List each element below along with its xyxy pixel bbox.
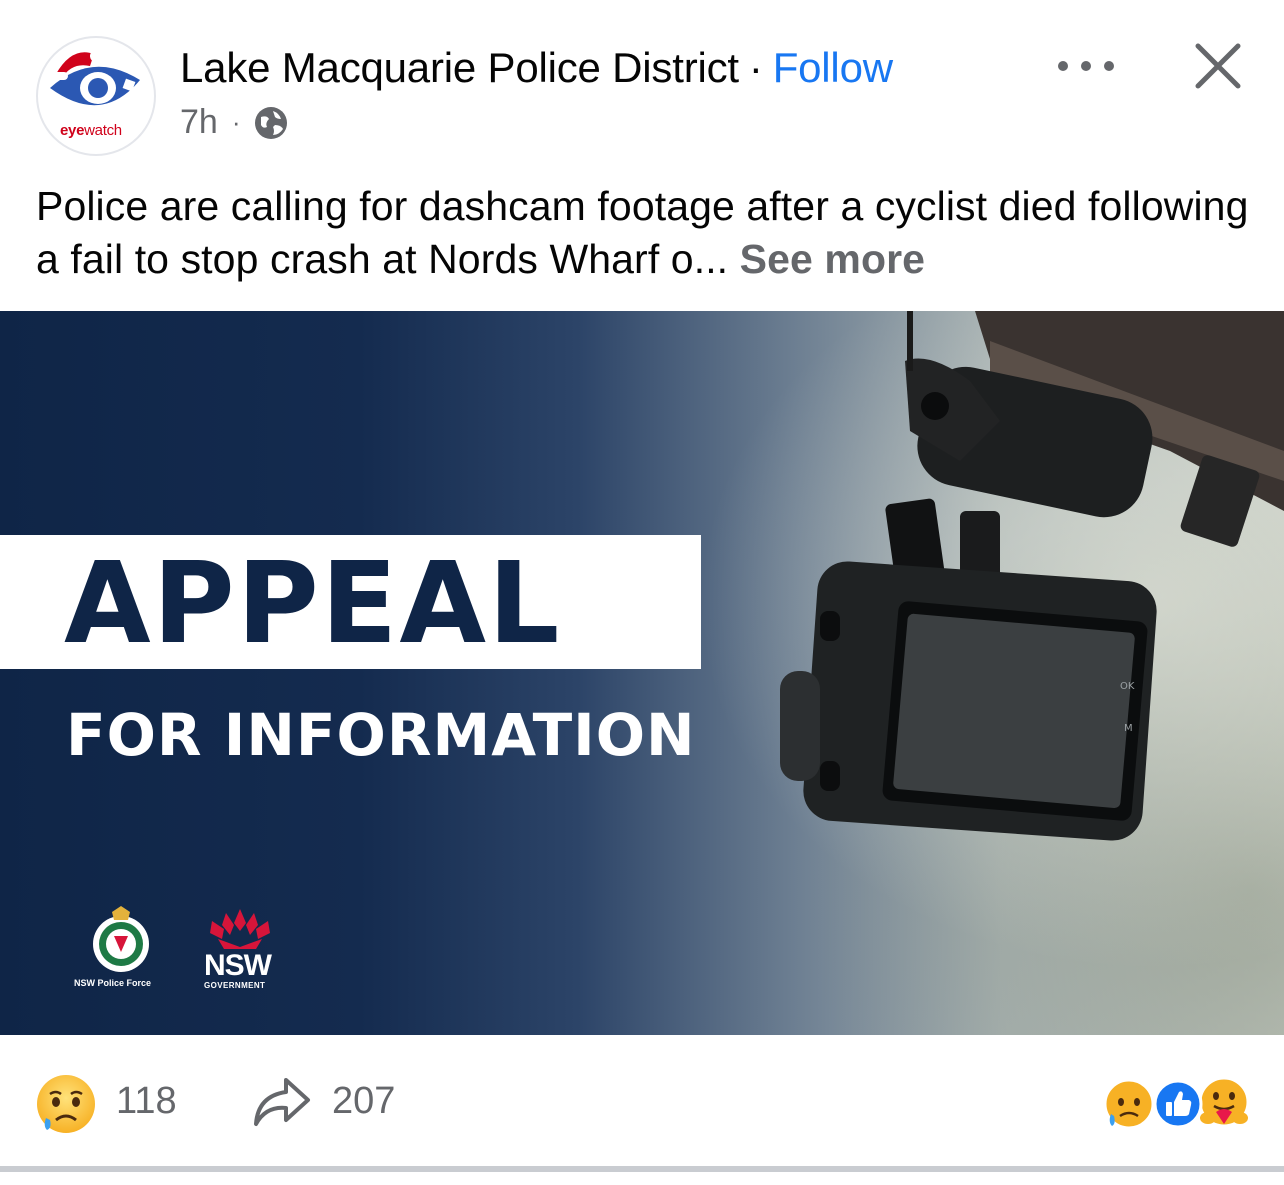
title-separator: ·	[748, 44, 763, 91]
avatar-brand-text: eyewatch	[60, 122, 122, 139]
post-divider	[0, 1166, 1284, 1172]
globe-icon	[254, 106, 287, 139]
nsw-government-label: GOVERNMENT	[204, 981, 266, 990]
like-reaction-icon	[1153, 1079, 1203, 1129]
close-button[interactable]	[1192, 40, 1244, 92]
sad-reaction-icon[interactable]	[34, 1072, 98, 1136]
more-options-icon	[1058, 61, 1068, 71]
sad-reaction-small-icon	[1103, 1078, 1155, 1130]
nsw-waratah-icon	[210, 909, 270, 949]
post-caption: Police are calling for dashcam footage a…	[36, 180, 1251, 286]
share-count[interactable]: 207	[332, 1080, 395, 1123]
brand-text-b: watch	[84, 122, 122, 139]
close-icon	[1195, 43, 1241, 89]
brand-text-a: eye	[60, 122, 85, 139]
more-options-button[interactable]	[1058, 46, 1114, 86]
dashcam-illustration: OK M	[780, 311, 1284, 841]
see-more-link[interactable]: See more	[740, 236, 925, 282]
reaction-summary[interactable]	[1102, 1076, 1252, 1132]
post-header-title: Lake Macquarie Police District · Follow	[180, 44, 893, 92]
care-reaction-icon	[1198, 1076, 1250, 1128]
appeal-subheadline: FOR INFORMATION	[66, 701, 696, 769]
nsw-police-force-label: NSW Police Force	[74, 978, 152, 988]
camera-label-m: M	[1124, 723, 1133, 734]
camera-label-ok: OK	[1120, 681, 1135, 692]
nsw-police-crest-icon	[93, 906, 149, 972]
post-time[interactable]: 7h	[180, 103, 218, 142]
share-arrow-icon[interactable]	[252, 1074, 312, 1130]
nsw-label: NSW	[204, 949, 272, 982]
page-name-link[interactable]: Lake Macquarie Police District	[180, 44, 739, 91]
post-image[interactable]: OK M APPEAL FOR INFORMATION NSW Police F…	[0, 311, 1284, 1035]
appeal-headline: APPEAL	[64, 539, 562, 669]
post-meta: 7h ·	[180, 103, 289, 142]
caption-text: Police are calling for dashcam footage a…	[36, 183, 1249, 282]
page-avatar[interactable]: eyewatch	[36, 36, 156, 156]
follow-button[interactable]: Follow	[773, 44, 893, 91]
more-options-icon-dot	[1104, 61, 1114, 71]
reaction-count[interactable]: 118	[116, 1080, 177, 1123]
meta-separator: ·	[231, 107, 241, 137]
more-options-icon-dot	[1081, 61, 1091, 71]
